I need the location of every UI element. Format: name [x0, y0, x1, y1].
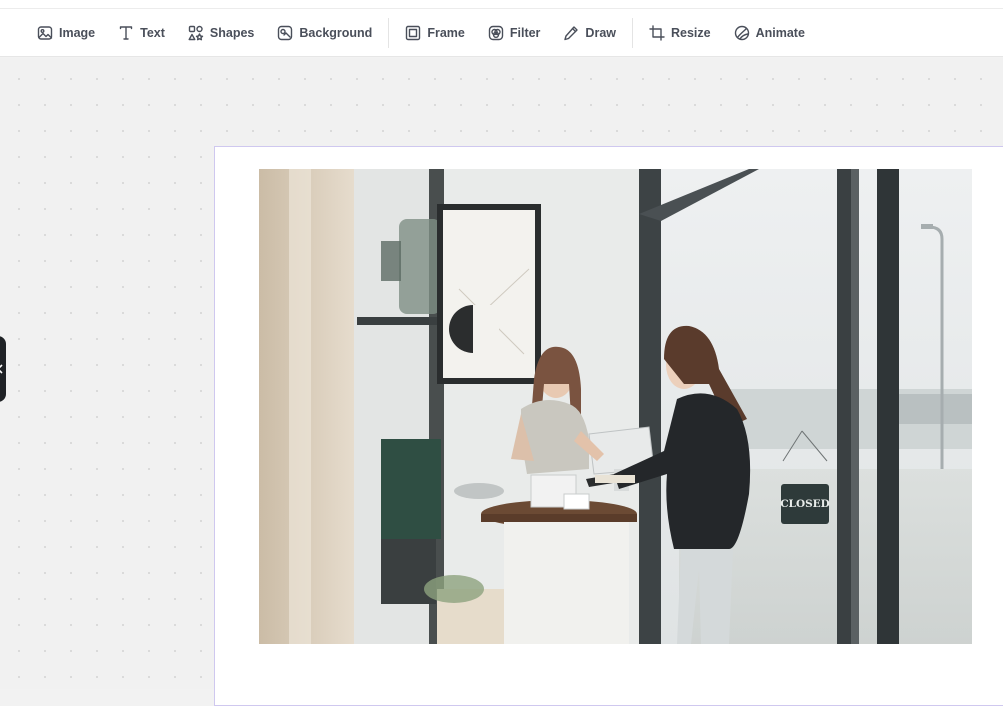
draw-tool-label: Draw: [585, 25, 616, 40]
shapes-tool-label: Shapes: [209, 25, 255, 40]
background-tool-label: Background: [299, 25, 373, 40]
animate-icon: [734, 25, 749, 40]
text-tool-button[interactable]: Text: [118, 17, 165, 49]
toolbar-divider: [388, 17, 390, 48]
canvas-photo[interactable]: CLOSED: [259, 169, 972, 644]
text-icon: [119, 25, 133, 40]
top-strip: [0, 0, 1003, 9]
chevron-left-icon: [0, 364, 3, 374]
text-tool-label: Text: [140, 25, 165, 40]
crop-icon: [649, 24, 665, 41]
animate-tool-label: Animate: [755, 25, 805, 40]
shapes-icon: [188, 25, 204, 40]
toolbar-divider: [632, 17, 633, 48]
frame-tool-label: Frame: [427, 25, 465, 40]
image-icon: [37, 25, 53, 40]
closed-sign-text: CLOSED: [780, 498, 830, 510]
filter-icon: [488, 25, 504, 40]
sidebar-collapse-handle[interactable]: [0, 336, 6, 402]
resize-tool-button[interactable]: Resize: [649, 17, 711, 49]
shapes-tool-button[interactable]: Shapes: [188, 17, 254, 49]
background-icon: [278, 25, 293, 40]
pencil-icon: [564, 25, 579, 40]
filter-tool-button[interactable]: Filter: [488, 17, 541, 49]
editor-toolbar: Image Text Shapes Background Frame Filte…: [0, 9, 1003, 57]
image-tool-label: Image: [59, 25, 96, 40]
resize-tool-label: Resize: [671, 25, 711, 40]
background-tool-button[interactable]: Background: [277, 17, 372, 49]
frame-tool-button[interactable]: Frame: [405, 17, 465, 49]
shop-photo-illustration: CLOSED: [259, 169, 972, 644]
frame-icon: [406, 25, 421, 40]
filter-tool-label: Filter: [509, 25, 541, 40]
draw-tool-button[interactable]: Draw: [563, 17, 616, 49]
animate-tool-button[interactable]: Animate: [734, 17, 805, 49]
image-tool-button[interactable]: Image: [37, 17, 95, 49]
